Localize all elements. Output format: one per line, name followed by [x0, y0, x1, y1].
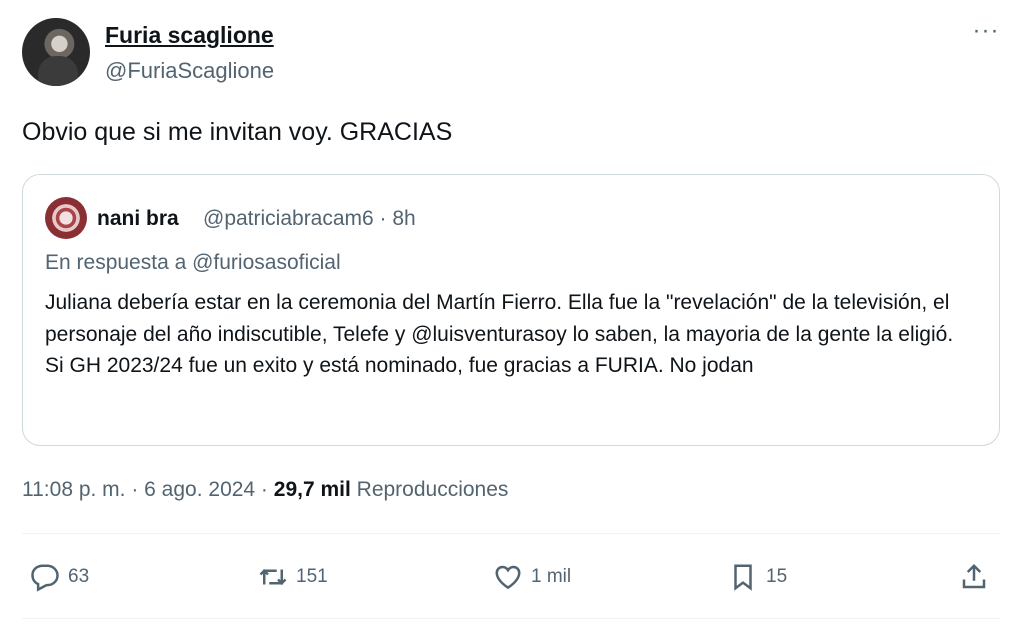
- heart-icon: [495, 565, 521, 590]
- retweet-count: 151: [296, 566, 328, 587]
- more-icon[interactable]: ···: [966, 19, 1006, 52]
- bookmark-count: 15: [766, 566, 788, 587]
- share-icon: [962, 563, 986, 589]
- quoted-author-avatar[interactable]: [45, 197, 87, 239]
- like-count: 1 mil: [531, 566, 572, 587]
- retweet-button[interactable]: 151: [258, 559, 328, 595]
- tweet-timestamp: 11:08 p. m. · 6 ago. 2024 · 29,7 mil Rep…: [22, 478, 508, 502]
- share-button[interactable]: [959, 559, 989, 595]
- divider: [22, 533, 1000, 534]
- bookmark-icon: [734, 564, 752, 591]
- divider: [22, 618, 1000, 619]
- quoted-tweet-text: Juliana debería estar en la ceremonia de…: [45, 291, 954, 377]
- tweet-text: Obvio que si me invitan voy. GRACIAS: [22, 118, 453, 146]
- reply-count: 63: [68, 566, 90, 587]
- author-handle[interactable]: @FuriaScaglione: [105, 58, 274, 84]
- views-count: 29,7 mil: [273, 478, 351, 501]
- timestamp-text[interactable]: 11:08 p. m. · 6 ago. 2024 ·: [22, 478, 274, 501]
- author-avatar[interactable]: [22, 18, 90, 86]
- quoted-tweet[interactable]: nani bra @patriciabracam6 · 8h En respue…: [22, 174, 1000, 446]
- reply-icon: [31, 564, 59, 592]
- author-name[interactable]: Furia scaglione: [105, 22, 274, 49]
- retweet-icon: [259, 568, 287, 586]
- quoted-author-name[interactable]: nani bra: [97, 207, 179, 231]
- like-button[interactable]: 1 mil: [493, 559, 571, 595]
- bookmark-button[interactable]: 15: [728, 559, 787, 595]
- views-label: Reproducciones: [350, 478, 509, 501]
- quoted-author-handle-time: @patriciabracam6 · 8h: [203, 207, 416, 230]
- quoted-reply-to: En respuesta a @furiosasoficial: [45, 251, 341, 274]
- reply-button[interactable]: 63: [30, 559, 89, 595]
